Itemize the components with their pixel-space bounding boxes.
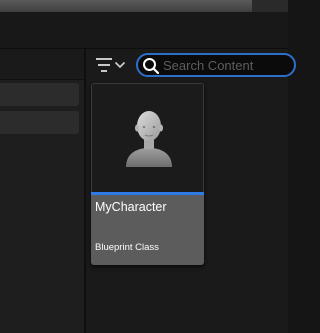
folder-tree-item[interactable]: [0, 83, 79, 106]
search-icon: [143, 58, 160, 75]
character-bust-icon: [126, 111, 172, 167]
folder-tree-item[interactable]: [0, 111, 79, 134]
folder-panel-header: [0, 49, 84, 80]
content-browser-area: MyCharacter Blueprint Class: [86, 49, 296, 333]
window-top-strip: [0, 0, 288, 12]
asset-name: MyCharacter: [95, 200, 167, 214]
asset-tile[interactable]: MyCharacter Blueprint Class: [91, 83, 204, 265]
top-strip-edge: [252, 0, 288, 12]
search-box[interactable]: [136, 53, 296, 77]
asset-type-label: Blueprint Class: [95, 242, 159, 253]
chevron-down-icon: [115, 62, 125, 68]
search-input[interactable]: [163, 56, 293, 74]
asset-thumbnail: [91, 83, 204, 192]
filter-dropdown-button[interactable]: [94, 55, 130, 75]
filter-lines-icon: [96, 58, 112, 72]
header-bar: [0, 12, 288, 49]
asset-info: MyCharacter Blueprint Class: [91, 195, 204, 265]
folder-tree-panel: [0, 49, 84, 333]
